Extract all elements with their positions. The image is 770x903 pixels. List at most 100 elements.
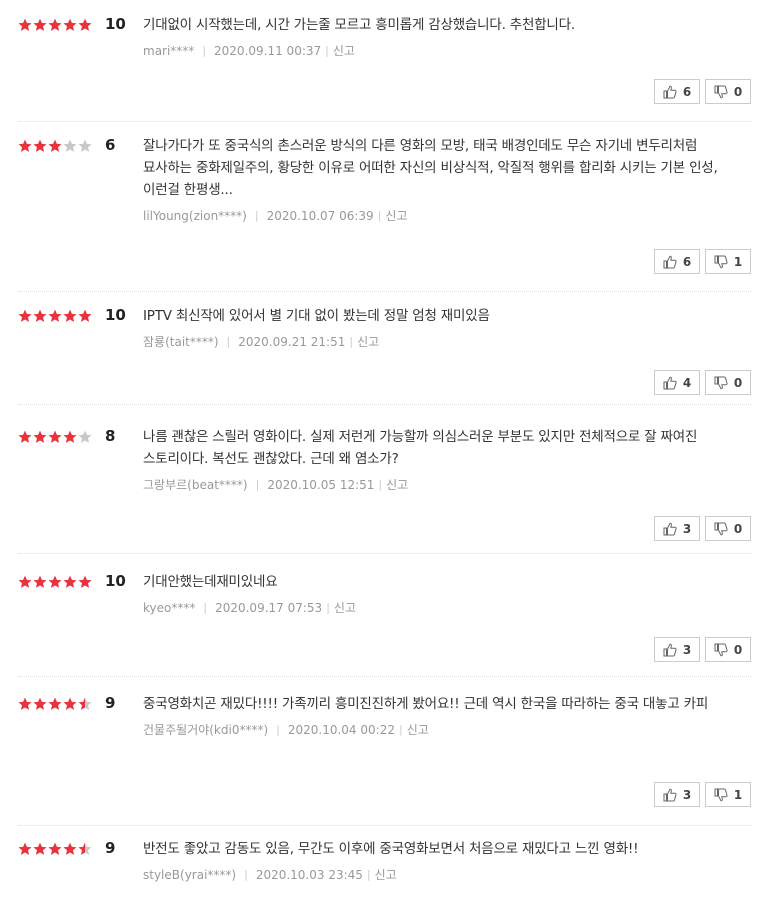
divider: | xyxy=(255,478,260,491)
review-date: 2020.10.05 12:51 xyxy=(267,477,375,492)
report-link[interactable]: 신고 xyxy=(334,599,356,616)
star-icon xyxy=(18,430,32,444)
report-link[interactable]: 신고 xyxy=(357,333,379,350)
review-item: 9 중국영화치곤 재밌다!!!! 가족끼리 흥미진진하게 봤어요!! 근데 역시 … xyxy=(18,677,751,826)
review-body: 중국영화치곤 재밌다!!!! 가족끼리 흥미진진하게 봤어요!! 근데 역시 한… xyxy=(143,693,733,738)
dislike-button[interactable]: 0 xyxy=(705,79,751,104)
review-item: 10 기대안했는데재미있네요 kyeo**** | 2020.09.17 07:53 | 신… xyxy=(18,554,751,677)
divider: | xyxy=(377,209,382,222)
thumbs-down-icon xyxy=(714,643,734,657)
star-icon xyxy=(78,309,92,323)
star-rating xyxy=(18,430,93,444)
divider: | xyxy=(349,335,354,348)
rating-score: 10 xyxy=(105,306,126,324)
star-icon xyxy=(63,697,77,711)
star-icon xyxy=(48,430,62,444)
report-link[interactable]: 신고 xyxy=(385,207,407,224)
dislike-button[interactable]: 1 xyxy=(705,249,751,274)
dislike-count: 1 xyxy=(733,787,743,802)
dislike-button[interactable]: 0 xyxy=(705,637,751,662)
like-button[interactable]: 3 xyxy=(654,516,700,541)
vote-buttons: 30 xyxy=(654,516,751,541)
vote-buttons: 61 xyxy=(654,249,751,274)
review-text: IPTV 최신작에 있어서 별 기대 없이 봤는데 정말 엄청 재미있음 xyxy=(143,308,490,324)
reviewer-name[interactable]: styleB(yrai****) xyxy=(143,868,236,882)
star-icon xyxy=(63,575,77,589)
review-body: 나름 괜찮은 스릴러 영화이다. 실제 저런게 가능할까 의심스러운 부분도 있… xyxy=(143,426,733,493)
star-rating xyxy=(18,697,93,711)
dislike-button[interactable]: 0 xyxy=(705,370,751,395)
rating-score: 6 xyxy=(105,136,116,154)
star-icon xyxy=(48,697,62,711)
vote-buttons: 31 xyxy=(654,782,751,807)
dislike-count: 0 xyxy=(733,375,743,390)
review-text: 반전도 좋았고 감동도 있음, 무간도 이후에 중국영화보면서 처음으로 재밌다… xyxy=(143,841,639,857)
report-link[interactable]: 신고 xyxy=(375,866,397,883)
like-button[interactable]: 6 xyxy=(654,249,700,274)
review-text: 나름 괜찮은 스릴러 영화이다. 실제 저런게 가능할까 의심스러운 부분도 있… xyxy=(143,429,698,467)
like-count: 4 xyxy=(682,375,692,390)
like-count: 6 xyxy=(682,84,692,99)
thumbs-down-icon xyxy=(714,376,734,390)
star-icon xyxy=(63,842,77,856)
thumbs-up-icon xyxy=(663,643,683,657)
reviewer-name[interactable]: lilYoung(zion****) xyxy=(143,209,247,223)
star-icon xyxy=(63,430,77,444)
star-icon xyxy=(78,842,92,856)
star-icon xyxy=(48,139,62,153)
star-icon xyxy=(48,575,62,589)
rating-score: 10 xyxy=(105,572,126,590)
review-item: 6 잘나가다가 또 중국식의 촌스러운 방식의 다른 영화의 모방, 태국 배경인… xyxy=(18,122,751,292)
review-date: 2020.10.07 06:39 xyxy=(266,208,374,223)
star-icon xyxy=(78,18,92,32)
rating-score: 9 xyxy=(105,839,116,857)
reviewer-name[interactable]: 잠룡(tait****) xyxy=(143,333,219,350)
review-meta: 건물주될거야(kdi0****) | 2020.10.04 00:22 | 신고 xyxy=(143,721,733,738)
report-link[interactable]: 신고 xyxy=(386,476,408,493)
star-icon xyxy=(48,18,62,32)
star-icon xyxy=(63,139,77,153)
divider: | xyxy=(202,44,207,57)
dislike-button[interactable]: 0 xyxy=(705,516,751,541)
like-button[interactable]: 4 xyxy=(654,370,700,395)
review-body: 반전도 좋았고 감동도 있음, 무간도 이후에 중국영화보면서 처음으로 재밌다… xyxy=(143,838,733,883)
divider: | xyxy=(398,723,403,736)
reviewer-name[interactable]: mari**** xyxy=(143,44,194,58)
reviewer-name[interactable]: 건물주될거야(kdi0****) xyxy=(143,721,268,738)
divider: | xyxy=(203,601,208,614)
review-meta: mari**** | 2020.09.11 00:37 | 신고 xyxy=(143,42,733,59)
like-button[interactable]: 6 xyxy=(654,79,700,104)
reviewer-name[interactable]: 그랑부르(beat****) xyxy=(143,476,248,493)
divider: | xyxy=(366,868,371,881)
review-item: 9 반전도 좋았고 감동도 있음, 무간도 이후에 중국영화보면서 처음으로 재밌… xyxy=(18,826,751,903)
like-button[interactable]: 3 xyxy=(654,782,700,807)
star-icon xyxy=(18,697,32,711)
thumbs-up-icon xyxy=(663,522,683,536)
star-icon xyxy=(33,430,47,444)
review-meta: 그랑부르(beat****) | 2020.10.05 12:51 | 신고 xyxy=(143,476,733,493)
dislike-count: 0 xyxy=(733,642,743,657)
review-text: 잘나가다가 또 중국식의 촌스러운 방식의 다른 영화의 모방, 태국 배경인데… xyxy=(143,138,718,198)
star-icon xyxy=(18,18,32,32)
review-body: IPTV 최신작에 있어서 별 기대 없이 봤는데 정말 엄청 재미있음잠룡(t… xyxy=(143,305,733,350)
star-rating xyxy=(18,575,93,589)
divider: | xyxy=(326,601,330,614)
star-icon xyxy=(33,842,47,856)
like-count: 3 xyxy=(682,787,692,802)
star-icon xyxy=(48,842,62,856)
thumbs-up-icon xyxy=(663,85,683,99)
dislike-button[interactable]: 1 xyxy=(705,782,751,807)
review-body: 기대없이 시작했는데, 시간 가는줄 모르고 흥미롭게 감상했습니다. 추천합니… xyxy=(143,14,733,59)
like-button[interactable]: 3 xyxy=(654,637,700,662)
review-body: 기대안했는데재미있네요 kyeo**** | 2020.09.17 07:53 | 신고 xyxy=(143,571,733,616)
reviewer-name[interactable]: kyeo**** xyxy=(143,601,195,615)
dislike-count: 0 xyxy=(733,84,743,99)
report-link[interactable]: 신고 xyxy=(333,42,355,59)
review-body: 잘나가다가 또 중국식의 촌스러운 방식의 다른 영화의 모방, 태국 배경인데… xyxy=(143,135,733,224)
star-icon xyxy=(33,697,47,711)
star-icon xyxy=(78,697,92,711)
star-icon xyxy=(78,139,92,153)
report-link[interactable]: 신고 xyxy=(407,721,429,738)
divider: | xyxy=(254,209,259,222)
divider: | xyxy=(244,868,248,881)
